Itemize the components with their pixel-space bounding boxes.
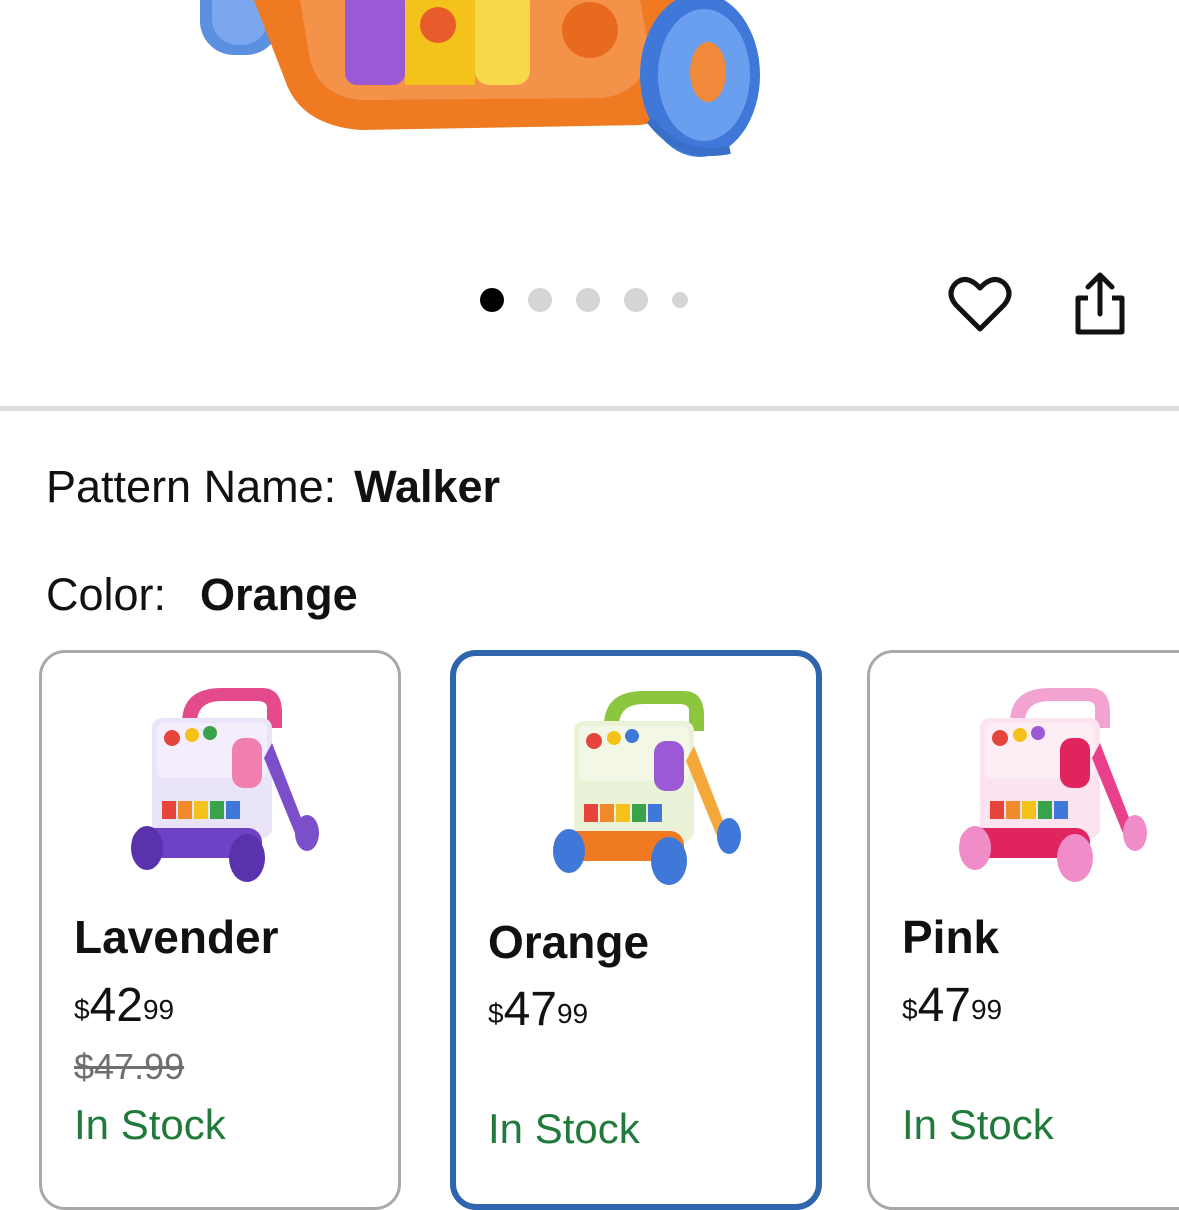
- share-button[interactable]: [1064, 268, 1136, 340]
- color-swatch-pink[interactable]: Pink $4799 In Stock: [867, 650, 1179, 1210]
- swatch-name: Lavender: [74, 911, 279, 963]
- stock-status: In Stock: [488, 1105, 640, 1152]
- pattern-name-value: Walker: [354, 461, 501, 512]
- price-currency: $: [74, 994, 90, 1025]
- pattern-name-label: Pattern Name:: [46, 461, 337, 512]
- pink-walker-thumbnail: [959, 688, 1147, 882]
- swatch-name: Pink: [902, 911, 1000, 963]
- price-fraction: 99: [142, 994, 175, 1025]
- carousel-dot[interactable]: [624, 288, 648, 312]
- section-divider: [0, 406, 1179, 411]
- color-swatch-lavender[interactable]: Lavender $4299 $47.99 In Stock: [39, 650, 401, 1210]
- carousel-dot[interactable]: [528, 288, 552, 312]
- price-currency: $: [902, 994, 918, 1025]
- price-whole: 47: [917, 979, 971, 1032]
- price-fraction: 99: [556, 998, 589, 1029]
- swatch-price: $4299: [74, 978, 174, 1045]
- image-carousel-dots: [480, 288, 712, 312]
- color-row: Color: Orange: [46, 568, 358, 622]
- price-whole: 47: [503, 983, 557, 1036]
- product-image[interactable]: [0, 0, 1179, 260]
- color-swatch-orange[interactable]: Orange $4799 In Stock: [450, 650, 822, 1210]
- pattern-name-row: Pattern Name: Walker: [46, 460, 500, 514]
- was-price: $47.99: [74, 1046, 185, 1087]
- swatch-name: Orange: [488, 916, 650, 968]
- walker-base-illustration: [200, 0, 760, 157]
- color-value: Orange: [200, 569, 358, 620]
- heart-outline-icon: [948, 276, 1012, 332]
- price-whole: 42: [89, 979, 143, 1032]
- swatch-price: $4799: [488, 982, 588, 1049]
- swatch-price: $4799: [902, 978, 1002, 1045]
- stock-status: In Stock: [902, 1101, 1054, 1148]
- price-fraction: 99: [970, 994, 1003, 1025]
- favorite-button[interactable]: [944, 268, 1016, 340]
- share-icon: [1075, 272, 1125, 335]
- orange-walker-thumbnail: [553, 691, 741, 885]
- carousel-dot[interactable]: [576, 288, 600, 312]
- color-label: Color:: [46, 569, 167, 620]
- lavender-walker-thumbnail: [131, 688, 319, 882]
- price-currency: $: [488, 998, 504, 1029]
- carousel-dot-active[interactable]: [480, 288, 504, 312]
- carousel-dot[interactable]: [672, 292, 688, 308]
- stock-status: In Stock: [74, 1101, 226, 1148]
